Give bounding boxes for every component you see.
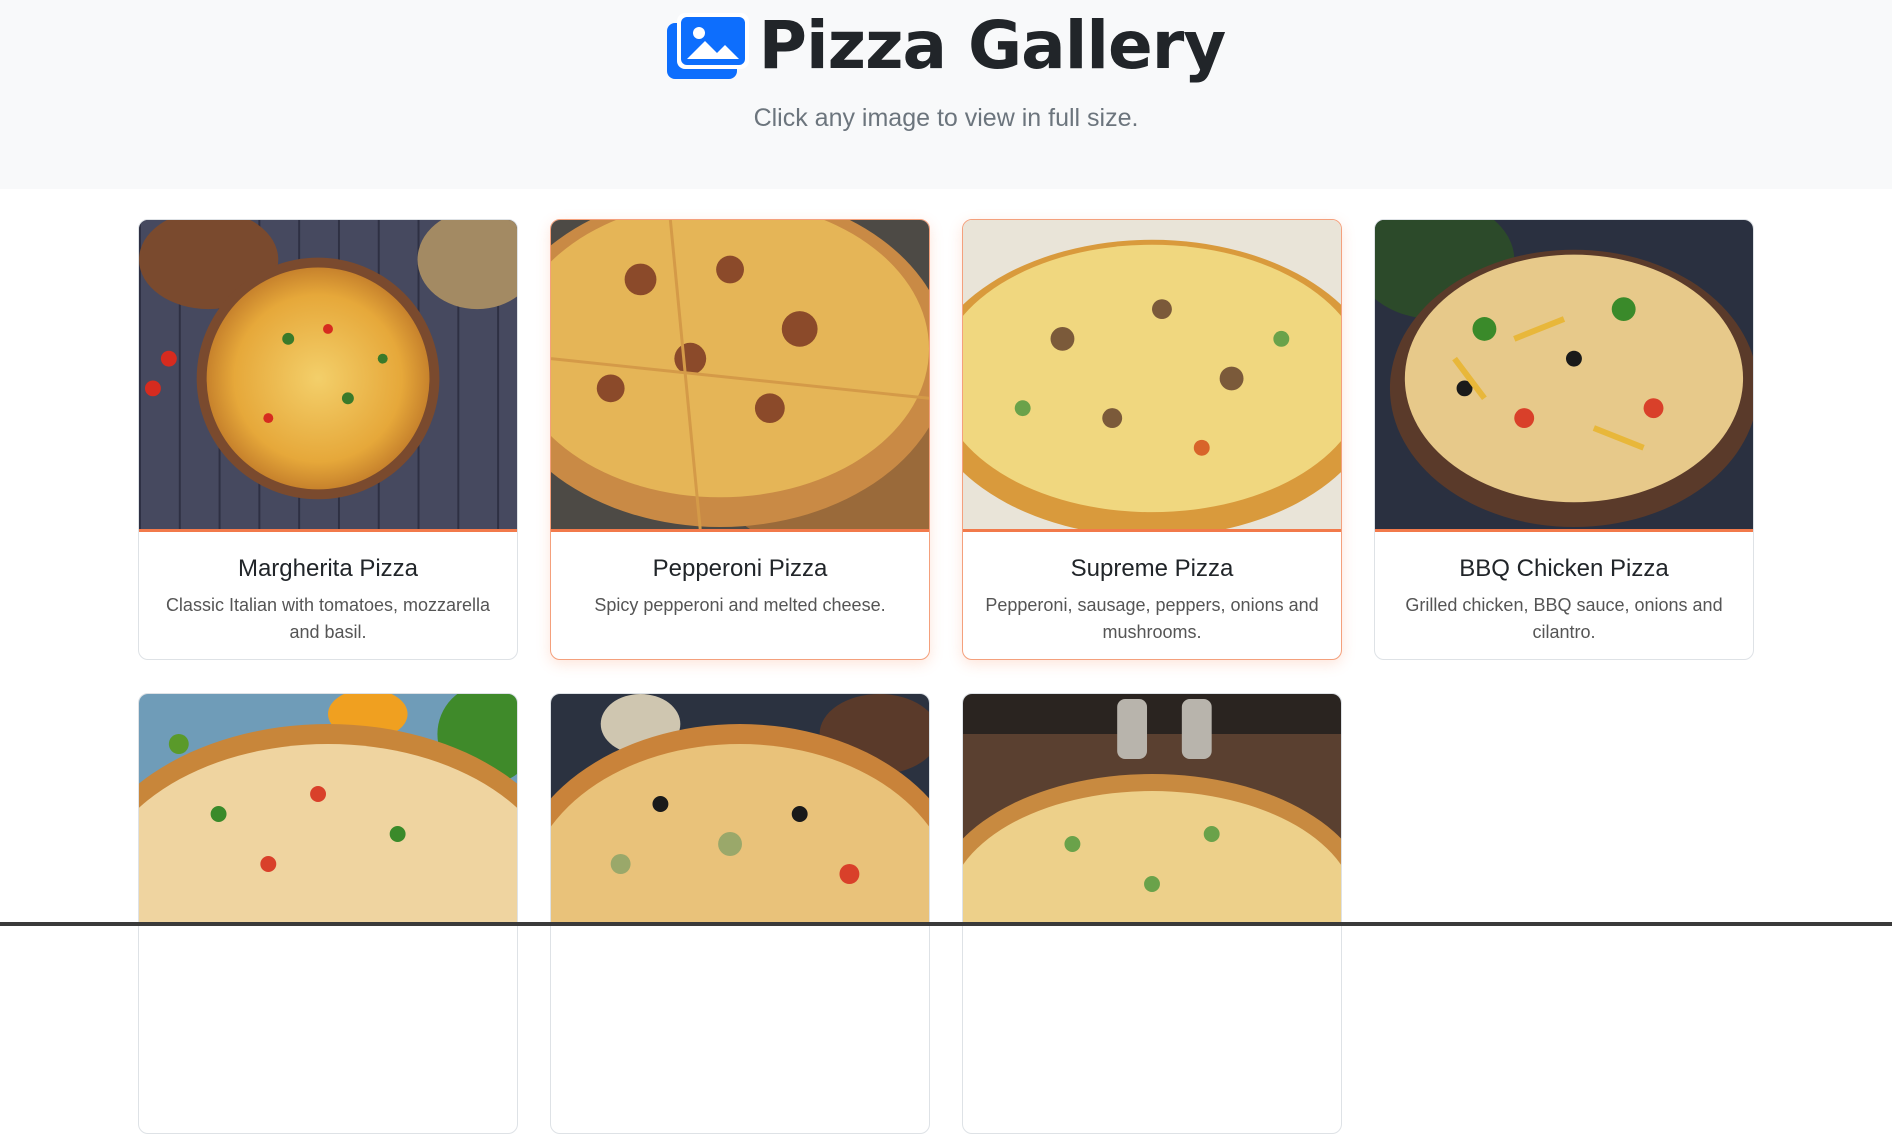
card-description: Spicy pepperoni and melted cheese. [594,595,886,615]
page-bottom-border [0,922,1892,926]
gallery-card[interactable] [550,693,930,1134]
gallery-card[interactable]: Margherita Pizza Classic Italian with to… [138,219,518,660]
images-icon [666,13,749,79]
card-description: Grilled chicken, BBQ sauce, onions and c… [1405,595,1723,642]
pizza-image[interactable] [963,694,1341,924]
gallery-card[interactable] [962,693,1342,1134]
card-title: Supreme Pizza [1070,555,1234,582]
pizza-image[interactable] [139,694,517,924]
pizza-image[interactable] [963,220,1341,532]
card-title: Margherita Pizza [237,555,419,582]
card-title: Pepperoni Pizza [652,555,828,582]
gallery-card[interactable] [138,693,518,1134]
pizza-image[interactable] [551,694,929,924]
gallery-card[interactable]: Supreme Pizza Pepperoni, sausage, pepper… [962,219,1342,660]
gallery-card[interactable]: BBQ Chicken Pizza Grilled chicken, BBQ s… [1374,219,1754,660]
pizza-image[interactable] [139,220,517,532]
card-title: BBQ Chicken Pizza [1459,555,1669,582]
page-subtitle: Click any image to view in full size. [753,104,1139,132]
gallery-card[interactable]: Pepperoni Pizza Spicy pepperoni and melt… [550,219,930,660]
pizza-image[interactable] [551,220,929,532]
card-description: Classic Italian with tomatoes, mozzarell… [165,595,491,642]
page-header: Pizza Gallery Click any image to view in… [0,0,1892,189]
card-description: Pepperoni, sausage, peppers, onions and … [985,595,1319,642]
pizza-image[interactable] [1375,220,1753,532]
title-row: Pizza Gallery [0,6,1892,86]
page-title: Pizza Gallery [758,7,1227,84]
